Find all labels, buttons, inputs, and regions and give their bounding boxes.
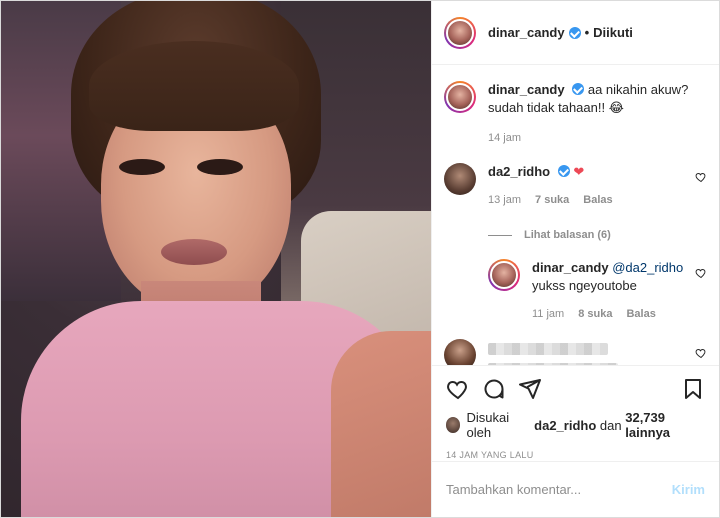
view-replies-button[interactable]: Lihat balasan (6) [488,229,707,241]
bangs [89,41,299,131]
comment-likes[interactable]: 7 suka [535,191,569,209]
comment-reply-button[interactable]: Balas [583,191,612,209]
caption: dinar_candy aa nikahin akuw? sudah tidak… [444,81,707,147]
author-avatar[interactable] [444,16,476,49]
lips [161,239,227,265]
verified-icon [572,83,585,95]
eye-right [197,159,243,175]
eye-left [119,159,165,175]
verified-icon [557,165,570,177]
reply-item: dinar_candy @da2_ridho yukss ngeyoutobe … [488,259,707,323]
comment-input[interactable] [446,482,672,497]
reply-avatar[interactable] [488,259,520,291]
bookmark-icon[interactable] [681,377,705,401]
comment-text: ❤ [573,164,585,179]
caption-body: dinar_candy aa nikahin akuw? sudah tidak… [488,81,707,147]
action-icons [446,374,705,404]
caption-time[interactable]: 14 jam [488,129,521,147]
reply-mention[interactable]: @da2_ridho [612,260,683,275]
blurred-comment-item [444,339,707,365]
caption-text-line1: aa nikahin akuw? [587,82,689,97]
blurred-comment-body [488,339,687,365]
liked-by-user[interactable]: da2_ridho [534,418,596,433]
reply-button[interactable]: Balas [626,305,655,323]
post-actions: Disukai oleh da2_ridho dan 32,739 lainny… [432,365,719,461]
reply-time[interactable]: 11 jam [532,305,564,323]
reply-text: yukss ngeyoutobe [532,278,637,293]
author-username[interactable]: dinar_candy [488,25,565,40]
comments-section[interactable]: dinar_candy aa nikahin akuw? sudah tidak… [432,65,719,365]
liked-by-and: dan [599,417,622,433]
shoulder [331,331,431,517]
liked-by-prefix: Disukai oleh [466,410,510,440]
view-replies-label: Lihat balasan (6) [524,229,611,241]
comment-body: da2_ridho ❤ 13 jam 7 suka Balas [488,163,687,209]
caption-avatar-image [446,83,474,111]
post-panel: dinar_candy • Diikuti dinar_candy aa nik… [431,1,719,517]
liked-by-others[interactable]: 32,739 lainnya [625,410,705,440]
caption-username[interactable]: dinar_candy [488,82,565,97]
caption-avatar[interactable] [444,81,476,113]
post-time[interactable]: 14 JAM YANG LALU [446,450,705,460]
liked-by: Disukai oleh da2_ridho dan 32,739 lainny… [446,410,705,440]
replies-divider [488,234,512,236]
comment-icon[interactable] [482,377,506,401]
add-comment-bar: Kirim [432,461,719,517]
blurred-line [488,343,608,355]
comment-meta: 13 jam 7 suka Balas [488,191,687,209]
reply-body: dinar_candy @da2_ridho yukss ngeyoutobe … [532,259,687,323]
verified-icon [568,26,581,39]
post-modal: dinar_candy • Diikuti dinar_candy aa nik… [0,0,720,518]
caption-text-line2: sudah tidak tahaan!! 😂 [488,100,624,115]
heart-icon[interactable] [695,267,707,279]
post-header: dinar_candy • Diikuti [432,1,719,65]
liked-by-avatar[interactable] [446,417,461,433]
comment-time[interactable]: 13 jam [488,191,521,209]
comment-username[interactable]: da2_ridho [488,164,550,179]
author-avatar-image [446,18,474,47]
reply-avatar-image [490,261,518,289]
heart-icon[interactable] [446,377,470,401]
caption-meta: 14 jam [488,129,707,147]
post-comment-button[interactable]: Kirim [672,482,705,497]
commenter-avatar[interactable] [444,163,476,195]
reply-likes[interactable]: 8 suka [578,305,612,323]
share-icon[interactable] [518,377,542,401]
blurred-commenter-avatar[interactable] [444,339,476,365]
separator-dot: • [584,25,590,40]
comment-item: da2_ridho ❤ 13 jam 7 suka Balas [444,163,707,209]
blurred-line [488,363,618,365]
heart-icon[interactable] [695,347,707,359]
heart-icon[interactable] [695,171,707,183]
follow-status-button[interactable]: Diikuti [593,25,633,40]
reply-meta: 11 jam 8 suka Balas [532,305,687,323]
reply-username[interactable]: dinar_candy [532,260,609,275]
post-photo[interactable] [1,1,431,517]
